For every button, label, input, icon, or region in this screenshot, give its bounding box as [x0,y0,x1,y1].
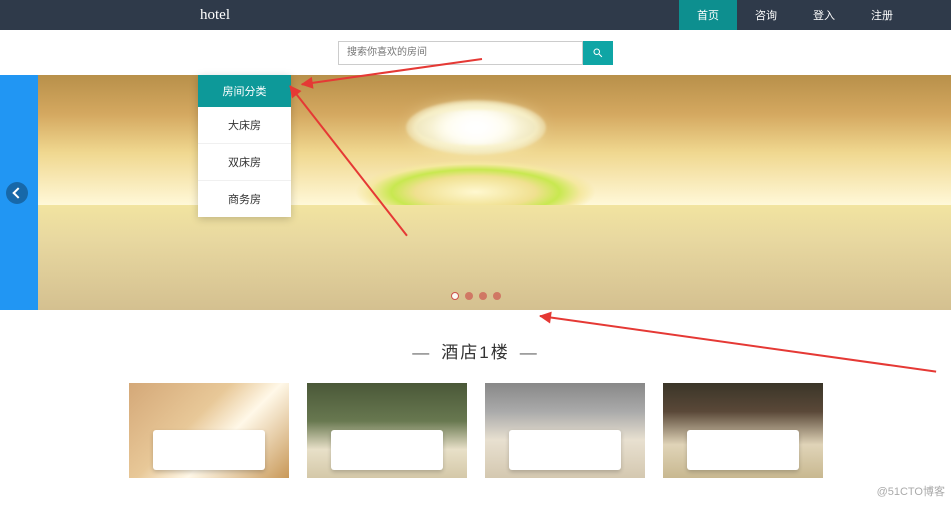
hero-carousel: 房间分类 大床房 双床房 商务房 [0,75,951,310]
carousel-dots [451,292,501,300]
nav-login[interactable]: 登入 [795,0,853,30]
bed-icon [331,430,443,470]
logo[interactable]: hotel [200,7,230,24]
watermark: @51CTO博客 [877,483,945,499]
nav-home[interactable]: 首页 [679,0,737,30]
main-nav: 首页 咨询 登入 注册 [679,0,911,30]
chandelier-decoration [406,100,546,155]
room-card[interactable] [307,383,467,478]
search-button[interactable] [583,41,613,65]
category-menu: 房间分类 大床房 双床房 商务房 [198,75,291,217]
carousel-dot[interactable] [493,292,501,300]
room-card[interactable] [485,383,645,478]
nav-consult[interactable]: 咨询 [737,0,795,30]
category-item-business[interactable]: 商务房 [198,181,291,217]
header-bar: hotel 首页 咨询 登入 注册 [0,0,951,30]
carousel-prev-button[interactable] [6,182,28,204]
nav-register[interactable]: 注册 [853,0,911,30]
search-icon [592,47,604,59]
section-title: 酒店1楼 [0,310,951,383]
category-header: 房间分类 [198,75,291,107]
category-item-twin-bed[interactable]: 双床房 [198,144,291,181]
bed-icon [509,430,621,470]
room-card[interactable] [129,383,289,478]
carousel-dot[interactable] [465,292,473,300]
bed-icon [153,430,265,470]
room-grid [0,383,951,478]
room-card[interactable] [663,383,823,478]
category-item-big-bed[interactable]: 大床房 [198,107,291,144]
search-bar [0,30,951,75]
carousel-dot[interactable] [451,292,459,300]
bed-icon [687,430,799,470]
carousel-dot[interactable] [479,292,487,300]
